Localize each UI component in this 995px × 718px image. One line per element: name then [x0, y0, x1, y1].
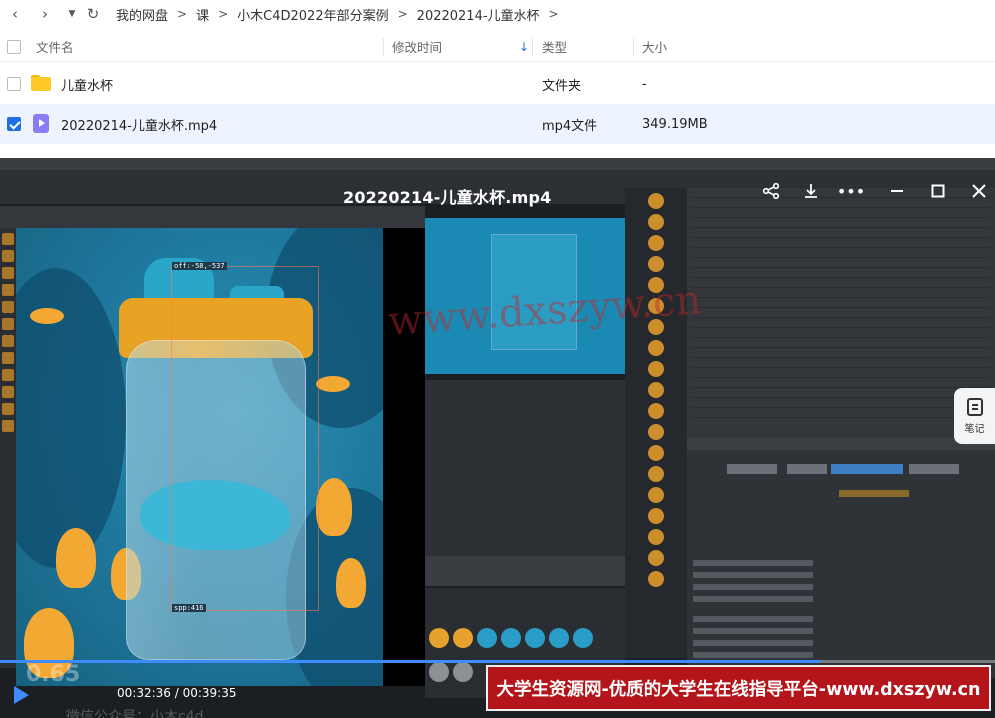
video-overlay-value: 0.65	[26, 662, 81, 687]
bbox-label: spp:416	[172, 604, 206, 612]
column-divider[interactable]	[532, 38, 533, 56]
notes-icon	[966, 397, 983, 416]
row-checkbox[interactable]	[7, 77, 21, 91]
file-size: -	[642, 76, 647, 92]
bbox-label: off:-58,-537	[172, 262, 227, 270]
video-title: 20220214-儿童水杯.mp4	[343, 188, 552, 207]
object-manager	[687, 188, 995, 438]
file-name[interactable]: 儿童水杯	[61, 64, 113, 104]
breadcrumb-separator: >	[177, 7, 188, 21]
notes-button[interactable]: 笔记	[954, 388, 995, 444]
c4d-side-icons	[625, 188, 687, 658]
viewport-wireframe	[425, 380, 625, 556]
file-list-header: 文件名 修改时间 ↓ 类型 大小	[0, 32, 995, 62]
c4d-timeline	[425, 556, 625, 586]
forward-arrow-icon[interactable]: ›	[34, 3, 56, 25]
column-header-type[interactable]: 类型	[542, 32, 567, 61]
video-player[interactable]: off:-58,-537 spp:416 www.dxszyw.cn 0.65 …	[0, 158, 995, 718]
banner-text: 大学生资源网-优质的大学生在线指导平台-www.dxszyw.cn	[496, 679, 981, 700]
file-row[interactable]: 儿童水杯 文件夹 -	[0, 64, 995, 104]
bounding-box	[171, 266, 319, 611]
progress-bar[interactable]	[0, 660, 995, 663]
file-type: mp4文件	[542, 118, 598, 134]
breadcrumb-item[interactable]: 课	[196, 5, 209, 24]
navigation-bar: ‹ › ▼ ↻ 我的网盘 > 课 > 小木C4D2022年部分案例 > 2022…	[0, 0, 995, 28]
maximize-icon[interactable]	[927, 180, 949, 202]
sort-descending-icon[interactable]: ↓	[519, 40, 529, 54]
file-type: 文件夹	[542, 78, 582, 94]
select-all-checkbox[interactable]	[7, 40, 21, 54]
play-button[interactable]	[14, 686, 29, 704]
download-icon[interactable]	[800, 180, 822, 202]
refresh-icon[interactable]: ↻	[82, 3, 104, 25]
folder-icon	[31, 75, 51, 91]
share-icon[interactable]	[760, 180, 782, 202]
breadcrumb-separator: >	[397, 7, 408, 21]
minimize-icon[interactable]	[886, 180, 908, 202]
video-bottom-text: 微信公众号：小木c4d	[66, 709, 204, 718]
time-display: 00:32:36 / 00:39:35	[117, 686, 237, 700]
column-divider[interactable]	[633, 38, 634, 56]
file-size: 349.19MB	[642, 116, 708, 132]
render-preview: off:-58,-537 spp:416	[16, 228, 383, 686]
column-header-name[interactable]: 文件名	[36, 32, 74, 61]
breadcrumb-item-current[interactable]: 20220214-儿童水杯	[417, 5, 540, 24]
column-header-size[interactable]: 大小	[642, 32, 667, 61]
column-divider[interactable]	[383, 38, 384, 56]
progress-fill	[0, 660, 820, 663]
c4d-toolbar	[0, 206, 425, 228]
breadcrumb: 我的网盘 > 课 > 小木C4D2022年部分案例 > 20220214-儿童水…	[116, 5, 568, 24]
ad-banner: 大学生资源网-优质的大学生在线指导平台-www.dxszyw.cn	[486, 665, 991, 711]
file-row-selected[interactable]: 20220214-儿童水杯.mp4 mp4文件 349.19MB	[0, 104, 995, 144]
breadcrumb-separator: >	[548, 7, 559, 21]
video-file-icon	[33, 114, 49, 133]
column-header-modified[interactable]: 修改时间	[392, 32, 442, 61]
breadcrumb-item[interactable]: 小木C4D2022年部分案例	[237, 5, 388, 24]
close-icon[interactable]	[968, 180, 990, 202]
notes-label: 笔记	[964, 423, 985, 435]
c4d-left-tools	[0, 228, 16, 668]
attribute-manager	[687, 438, 995, 678]
back-arrow-icon[interactable]: ‹	[4, 3, 26, 25]
row-checkbox-checked[interactable]	[7, 117, 21, 131]
file-name[interactable]: 20220214-儿童水杯.mp4	[61, 104, 217, 144]
video-frame[interactable]: off:-58,-537 spp:416 www.dxszyw.cn 0.65 …	[0, 158, 995, 718]
history-dropdown-icon[interactable]: ▼	[66, 3, 78, 25]
more-icon[interactable]: •••	[837, 180, 865, 202]
breadcrumb-item-home[interactable]: 我的网盘	[116, 5, 168, 24]
breadcrumb-separator: >	[218, 7, 229, 21]
